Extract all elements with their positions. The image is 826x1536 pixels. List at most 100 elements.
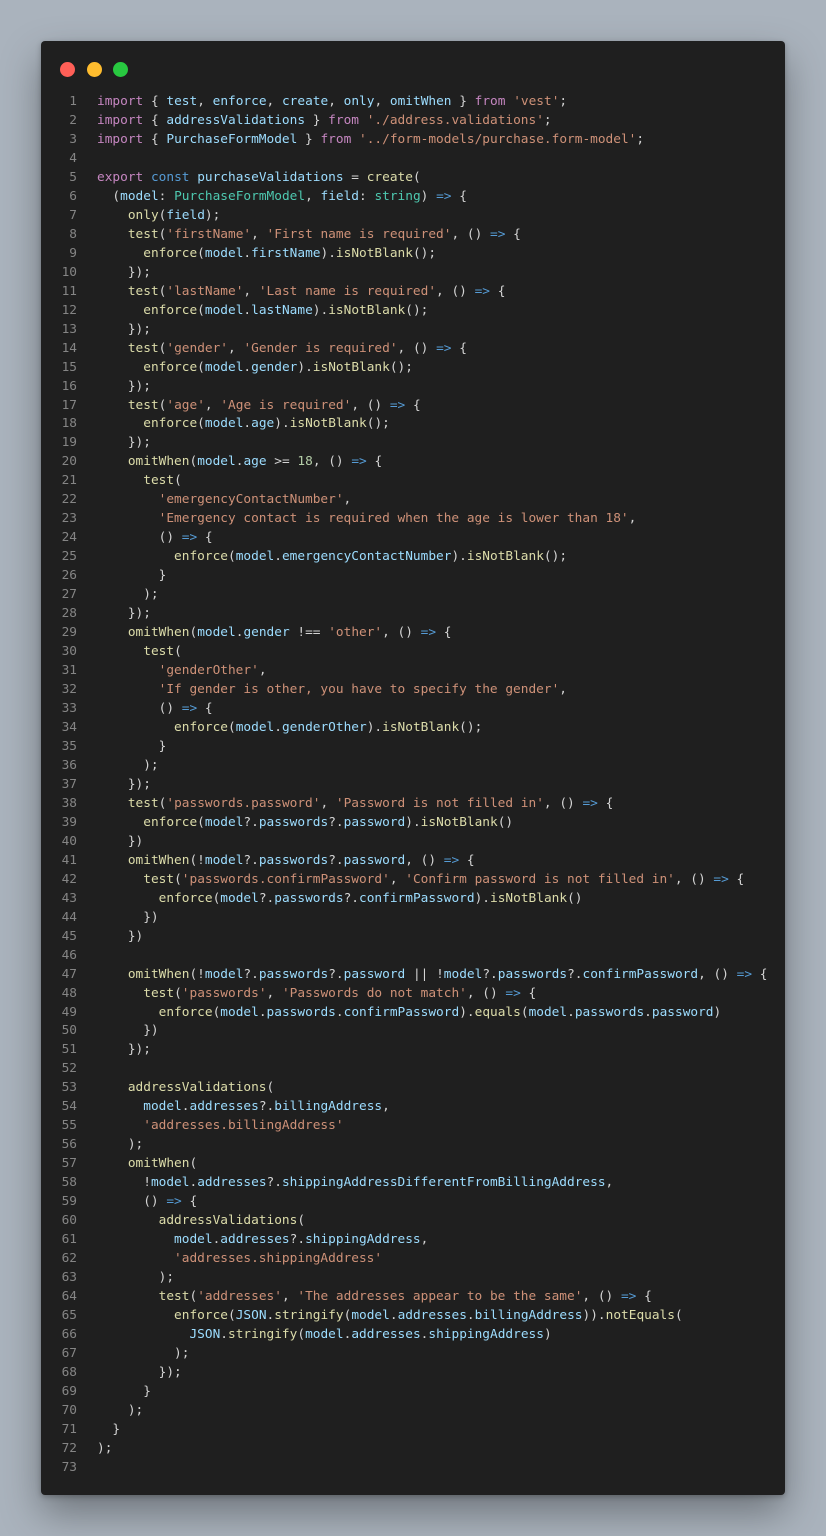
code-token: 'Password is not filled in' [335,795,544,811]
code-line: 22 'emergencyContactNumber', [41,491,785,510]
line-number: 70 [61,1402,77,1418]
code-token: , [320,795,336,811]
code-token: password [343,852,406,868]
maximize-button[interactable] [113,62,128,77]
line-number: 5 [69,169,77,185]
code-token: from [320,131,352,147]
code-text: }); [97,321,151,340]
line-number: 20 [61,454,77,470]
code-token: }); [97,606,151,622]
code-token: , [258,663,267,679]
code-token: only [343,94,375,109]
code-line: 35 } [41,738,785,757]
code-text: }); [97,605,151,624]
code-token: addressValidations [127,1080,267,1096]
minimize-button[interactable] [87,62,102,77]
code-text: (model: PurchaseFormModel, field: string… [97,188,467,207]
code-text: enforce(model.gender).isNotBlank(); [97,359,413,378]
code-text: ); [97,1345,189,1364]
code-token: 'addresses.shippingAddress' [174,1251,383,1267]
code-token: ); [97,757,159,773]
close-button[interactable] [60,62,75,77]
code-token: model [197,625,236,641]
code-token: { [405,397,421,413]
line-number: 32 [61,682,77,698]
code-line: 43 enforce(model?.passwords?.confirmPass… [41,890,785,909]
code-token: ) [420,188,437,204]
code-token: } [97,738,167,754]
code-token: ?. [266,1175,282,1191]
code-token: enforce [174,549,228,565]
code-text: addressValidations( [97,1079,274,1098]
code-token: addresses [220,1232,290,1248]
code-token: addresses [397,1308,467,1323]
code-token: password [343,814,406,830]
code-token: . [243,245,252,261]
line-number: 3 [69,131,77,147]
line-number: 46 [61,947,77,963]
code-line: 25 enforce(model.emergencyContactNumber)… [41,548,785,567]
code-token: PurchaseFormModel [174,188,306,204]
code-line: 28 }); [41,605,785,624]
line-number: 17 [61,397,77,413]
code-token: , [251,226,267,242]
code-token: ( [97,188,121,204]
code-token: model [204,852,244,868]
code-token: passwords [258,966,329,982]
line-number: 68 [61,1364,77,1380]
code-token: }); [97,1042,151,1058]
code-token: ! [97,1175,151,1191]
code-token: isNotBlank [312,359,390,375]
code-token: . [274,549,282,565]
code-token: } [305,112,329,128]
line-number: 28 [61,606,77,622]
code-token: { [752,966,768,982]
code-token: test [158,1289,190,1305]
code-text: }); [97,264,151,283]
line-number: 14 [61,340,77,356]
code-text: test( [97,643,182,662]
code-token: create [366,169,413,185]
code-token: = [343,169,367,185]
code-token: ?. [243,852,259,868]
line-number: 15 [61,359,77,375]
code-text: enforce(model.passwords.confirmPassword)… [97,1004,722,1023]
code-text: omitWhen(!model?.passwords?.password, ()… [97,852,475,871]
code-text: 'addresses.shippingAddress' [97,1250,382,1269]
code-token: (); [412,245,437,261]
line-number: 26 [61,568,77,584]
code-line: 69 } [41,1383,785,1402]
line-number: 9 [69,245,77,261]
code-token: 'age' [166,397,205,413]
line-number: 24 [61,530,77,546]
code-token: ?. [567,966,583,982]
code-token: 'The addresses appear to be the same' [297,1289,583,1305]
code-token: isNotBlank [490,890,568,906]
code-token: => [736,966,753,982]
line-number: 51 [61,1042,77,1058]
code-window: 1 import { test, enforce, create, only, o… [41,41,785,1495]
code-token: field [166,207,205,223]
code-line: 42 test('passwords.confirmPassword', 'Co… [41,871,785,890]
code-token: => [166,1194,182,1210]
code-line: 36 ); [41,757,785,776]
line-number: 65 [61,1308,77,1323]
code-token: } [297,131,321,147]
line-number: 8 [69,226,77,242]
line-number: 44 [61,909,77,925]
code-token: { [505,226,521,242]
code-token: model [174,1232,213,1248]
code-token: isNotBlank [466,549,544,565]
code-token: , [559,682,567,698]
code-editor[interactable]: 1 import { test, enforce, create, only, o… [41,93,785,1478]
code-text: enforce(model?.passwords?.password).isNo… [97,814,513,833]
code-token: stringify [274,1308,344,1323]
code-line: 23 'Emergency contact is required when t… [41,510,785,529]
code-line: 14 test('gender', 'Gender is required', … [41,340,785,359]
code-token: 'addresses' [197,1289,282,1305]
code-text: } [97,1421,120,1440]
